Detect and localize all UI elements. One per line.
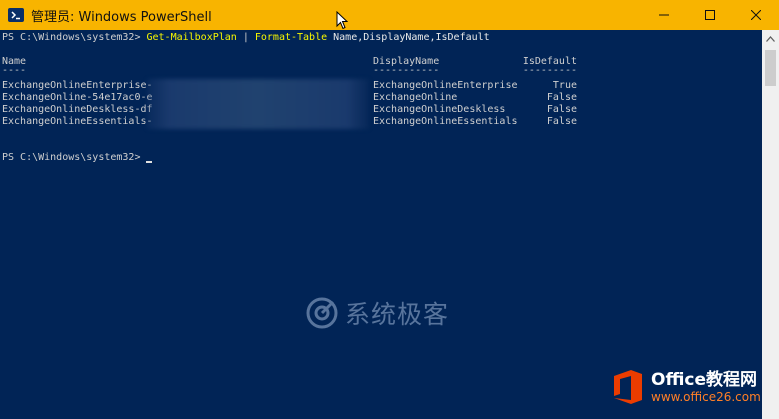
maximize-icon (705, 10, 715, 20)
command-line: PS C:\Windows\system32> Get-MailboxPlan … (2, 32, 490, 44)
row-name: ExchangeOnline-54e17ac0-e (2, 92, 153, 103)
pipe-operator: | (236, 32, 255, 43)
xitongjike-logo-icon (306, 297, 338, 329)
watermark-text: 系统极客 (345, 300, 450, 329)
window-title: 管理员: Windows PowerShell (31, 10, 212, 25)
title-bar[interactable]: 管理员: Windows PowerShell (0, 0, 779, 30)
row-name: ExchangeOnlineEnterprise- (2, 80, 153, 91)
underline-name: ---- (2, 65, 27, 76)
row-name: ExchangeOnlineDeskless-df (2, 104, 153, 115)
close-button[interactable] (733, 0, 779, 30)
prompt-text: PS C:\Windows\system32> (2, 32, 147, 43)
row-isdefault: True (552, 80, 577, 91)
cmdlet-get-mailboxplan: Get-MailboxPlan (146, 32, 237, 43)
powershell-icon (8, 8, 24, 22)
mouse-cursor-icon (336, 11, 348, 30)
vertical-scrollbar[interactable] (762, 30, 779, 419)
command-params: Name,DisplayName,IsDefault (327, 32, 490, 43)
underline-displayname: ----------- (373, 65, 440, 76)
scroll-thumb[interactable] (765, 50, 776, 86)
row-isdefault: False (546, 104, 577, 115)
close-icon (751, 10, 761, 20)
office-url-text: www.office26.com (651, 390, 761, 404)
office-watermark-badge: Office教程网 www.office26.com (611, 368, 761, 406)
row-displayname: ExchangeOnline (373, 92, 458, 103)
minimize-icon (659, 14, 669, 16)
second-prompt: PS C:\Windows\system32> (2, 152, 147, 163)
text-cursor (146, 161, 152, 163)
row-displayname: ExchangeOnlineEssentials (373, 116, 518, 127)
row-displayname: ExchangeOnlineDeskless (373, 104, 506, 115)
row-isdefault: False (546, 116, 577, 127)
minimize-button[interactable] (641, 0, 687, 30)
row-displayname: ExchangeOnlineEnterprise (373, 80, 518, 91)
underline-isdefault: --------- (522, 65, 577, 76)
office-logo-icon (614, 370, 642, 404)
scroll-up-arrow-icon[interactable] (766, 36, 775, 42)
redaction-blur (147, 79, 369, 129)
watermark: 系统极客 (305, 295, 449, 331)
console-output[interactable]: PS C:\Windows\system32> Get-MailboxPlan … (0, 30, 762, 419)
cmdlet-format-table: Format-Table (254, 32, 328, 43)
row-isdefault: False (546, 92, 577, 103)
row-name: ExchangeOnlineEssentials- (2, 116, 153, 127)
office-brand-text: Office教程网 (651, 370, 758, 390)
maximize-button[interactable] (687, 0, 733, 30)
